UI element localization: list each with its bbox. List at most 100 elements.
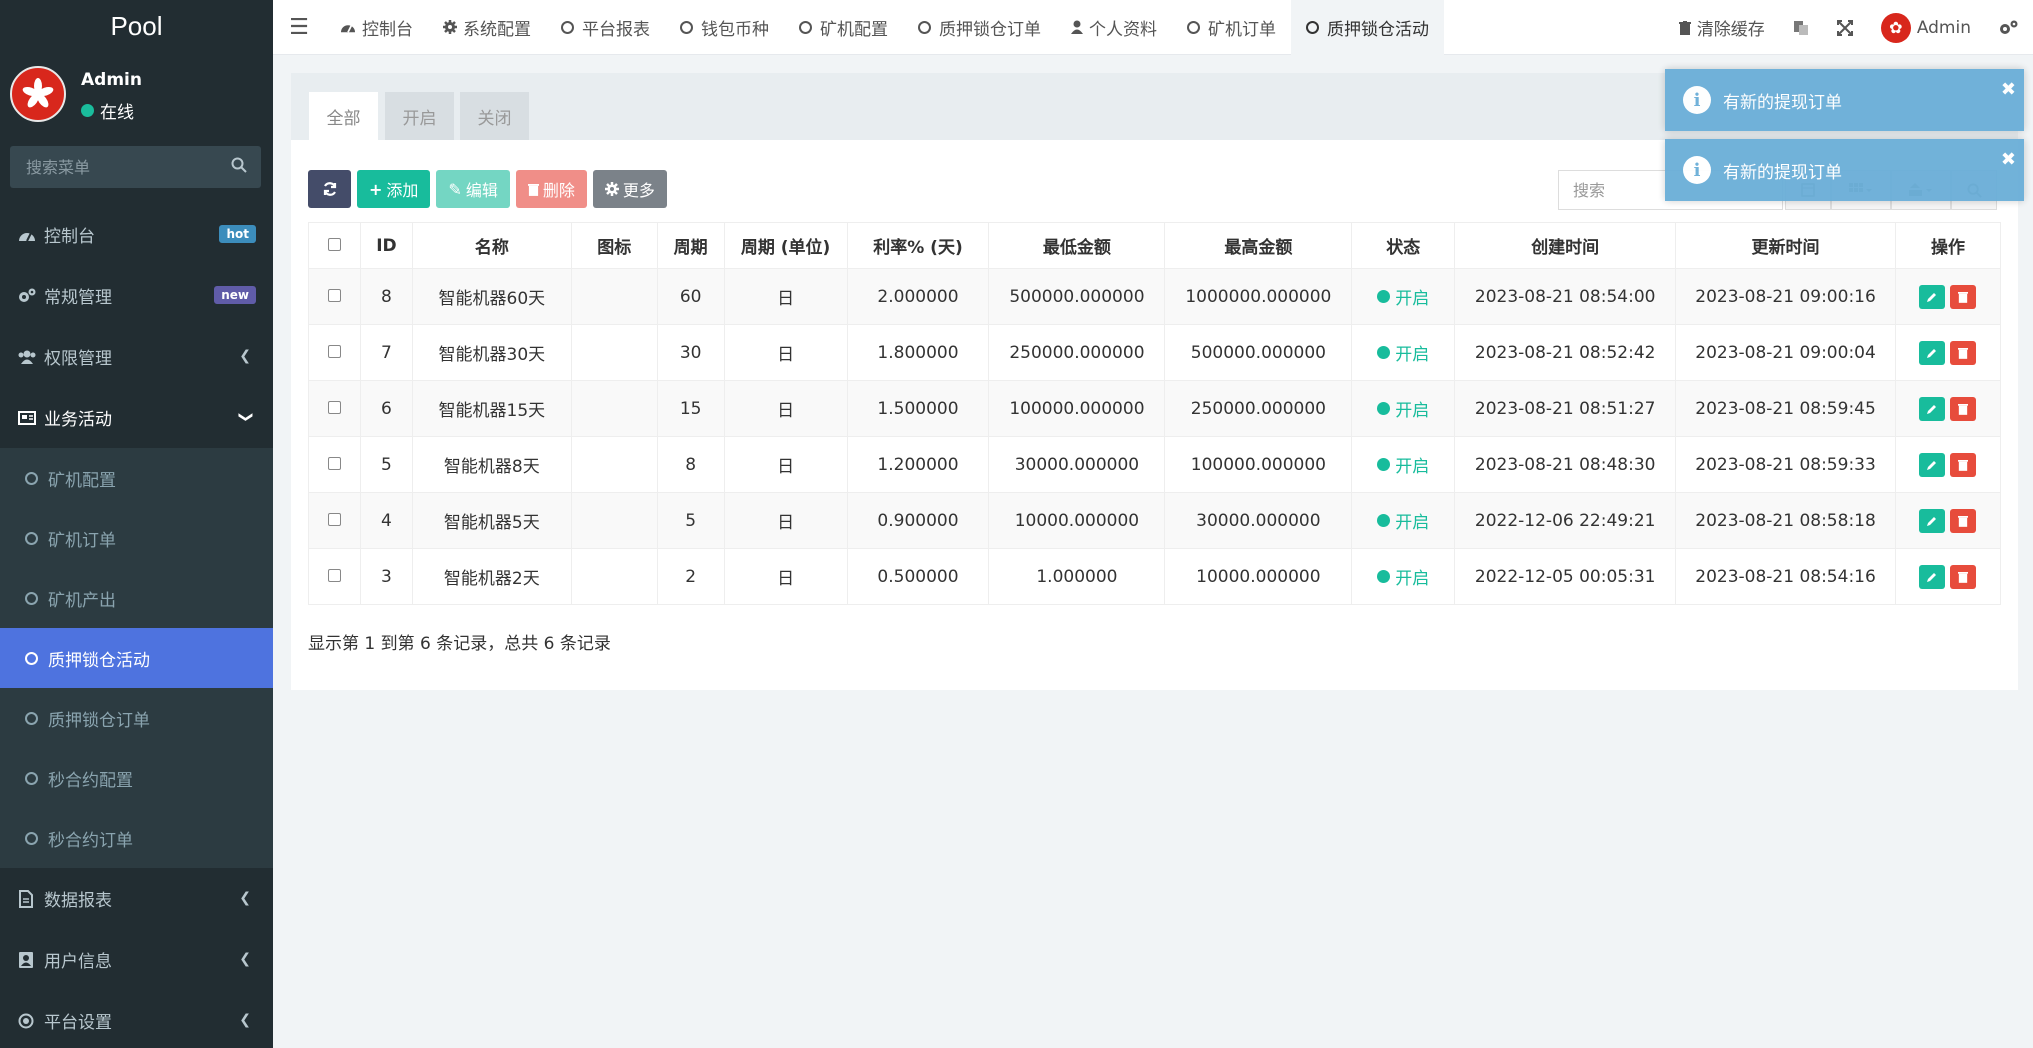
col-header[interactable]: 最低金额 [988, 222, 1166, 269]
status-badge[interactable]: 开启 [1377, 340, 1429, 365]
toast-notification[interactable]: i 有新的提现订单 ✖ [1665, 139, 2024, 201]
tab-staking-orders[interactable]: 质押锁仓订单 [903, 0, 1056, 55]
cell-icon [570, 380, 658, 437]
chevron-left-icon: ❮ [239, 348, 251, 364]
tab-all[interactable]: 全部 [309, 92, 378, 140]
tab-enabled[interactable]: 开启 [385, 92, 454, 140]
col-header[interactable]: 周期 [656, 222, 725, 269]
row-delete-button[interactable] [1950, 564, 1977, 589]
row-checkbox[interactable] [327, 400, 341, 414]
row-delete-button[interactable] [1950, 396, 1977, 421]
col-header[interactable]: 创建时间 [1454, 222, 1677, 269]
row-delete-button[interactable] [1950, 508, 1977, 533]
menu-toggle-icon[interactable]: ☰ [273, 0, 325, 55]
status-badge[interactable]: 开启 [1377, 452, 1429, 477]
row-edit-button[interactable] [1919, 340, 1946, 365]
sidebar-subitem-miner-orders[interactable]: 矿机订单 [0, 508, 273, 568]
delete-button[interactable]: 删除 [515, 170, 587, 208]
sidebar-item-reports[interactable]: 数据报表 ❮ [0, 868, 273, 929]
tab-dashboard[interactable]: 控制台 [325, 0, 428, 55]
translate-button[interactable] [1779, 20, 1823, 36]
close-icon[interactable]: ✖ [2001, 149, 2016, 170]
refresh-icon [323, 182, 336, 196]
tab-wallet-currency[interactable]: 钱包币种 [665, 0, 784, 55]
row-select-cell [308, 436, 361, 493]
sidebar-subitem-miner-config[interactable]: 矿机配置 [0, 448, 273, 508]
tab-miner-config[interactable]: 矿机配置 [784, 0, 903, 55]
table-row[interactable]: 7 智能机器30天 30 日 1.800000 250000.000000 500000.0… [308, 324, 2002, 381]
row-delete-button[interactable] [1950, 284, 1977, 309]
tab-miner-orders[interactable]: 矿机订单 [1172, 0, 1291, 55]
toast-notification[interactable]: i 有新的提现订单 ✖ [1665, 69, 2024, 131]
table-row[interactable]: 3 智能机器2天 2 日 0.500000 1.000000 10000.000000 开启 2… [308, 548, 2002, 605]
col-header[interactable]: 最高金额 [1164, 222, 1353, 269]
row-checkbox[interactable] [327, 456, 341, 470]
sidebar-subitem-staking-orders[interactable]: 质押锁仓订单 [0, 688, 273, 748]
table-row[interactable]: 5 智能机器8天 8 日 1.200000 30000.000000 100000.0000… [308, 436, 2002, 493]
search-icon[interactable] [231, 157, 247, 178]
row-delete-button[interactable] [1950, 340, 1977, 365]
table-row[interactable]: 4 智能机器5天 5 日 0.900000 10000.000000 30000.00000… [308, 492, 2002, 549]
col-header[interactable]: 更新时间 [1675, 222, 1896, 269]
col-header[interactable]: 名称 [411, 222, 572, 269]
sidebar-item-dashboard[interactable]: 控制台 hot [0, 204, 273, 265]
row-checkbox[interactable] [327, 512, 341, 526]
add-button[interactable]: + 添加 [357, 170, 431, 208]
sidebar-item-platform-settings[interactable]: 平台设置 ❮ [0, 990, 273, 1048]
cell-created: 2023-08-21 08:52:42 [1454, 324, 1677, 381]
avatar [10, 66, 66, 122]
user-panel: Admin 在线 [0, 52, 273, 134]
table-row[interactable]: 6 智能机器15天 15 日 1.500000 100000.000000 250000.0… [308, 380, 2002, 437]
row-edit-button[interactable] [1919, 564, 1946, 589]
row-checkbox[interactable] [327, 288, 341, 302]
clear-cache-button[interactable]: 清除缓存 [1665, 15, 1779, 40]
row-edit-button[interactable] [1919, 452, 1946, 477]
sidebar-subitem-miner-output[interactable]: 矿机产出 [0, 568, 273, 628]
app-logo[interactable]: Pool [0, 0, 273, 52]
row-checkbox[interactable] [327, 344, 341, 358]
row-checkbox[interactable] [327, 568, 341, 582]
admin-menu[interactable]: ✿ Admin [1867, 12, 1985, 43]
row-edit-button[interactable] [1919, 396, 1946, 421]
status-badge[interactable]: 开启 [1377, 508, 1429, 533]
edit-button[interactable]: ✎ 编辑 [436, 170, 510, 208]
row-edit-button[interactable] [1919, 508, 1946, 533]
select-all-checkbox[interactable] [327, 237, 341, 251]
col-header[interactable]: 周期 (单位) [723, 222, 848, 269]
status-badge[interactable]: 开启 [1377, 564, 1429, 589]
status-badge[interactable]: 开启 [1377, 396, 1429, 421]
admin-avatar: ✿ [1880, 12, 1911, 43]
dashboard-icon [340, 20, 356, 34]
fullscreen-button[interactable] [1823, 19, 1867, 36]
cell-period: 30 [656, 324, 725, 381]
sidebar-item-business[interactable]: 业务活动 ❮ [0, 387, 273, 448]
col-header[interactable]: ID [359, 222, 413, 269]
tab-platform-report[interactable]: 平台报表 [546, 0, 665, 55]
row-delete-button[interactable] [1950, 452, 1977, 477]
tab-staking-activity[interactable]: 质押锁仓活动 [1291, 0, 1444, 55]
sidebar-subitem-contract-config[interactable]: 秒合约配置 [0, 748, 273, 808]
settings-button[interactable] [1985, 20, 2033, 36]
status-dot-icon [1377, 402, 1391, 415]
sidebar-item-label: 控制台 [44, 227, 95, 247]
col-header[interactable]: 利率% (天) [846, 222, 990, 269]
table-row[interactable]: 8 智能机器60天 60 日 2.000000 500000.000000 1000000.… [308, 268, 2002, 325]
sidebar-item-general[interactable]: 常规管理 new [0, 265, 273, 326]
cell-updated: 2023-08-21 08:54:16 [1675, 548, 1896, 605]
more-button[interactable]: 更多 [592, 170, 667, 208]
sidebar-subitem-staking-activity[interactable]: 质押锁仓活动 [0, 628, 273, 688]
tab-disabled[interactable]: 关闭 [460, 92, 529, 140]
menu-search-input[interactable] [10, 146, 261, 188]
col-header[interactable]: 图标 [570, 222, 658, 269]
sidebar-item-users[interactable]: 用户信息 ❮ [0, 929, 273, 990]
row-edit-button[interactable] [1919, 284, 1946, 309]
status-badge[interactable]: 开启 [1377, 284, 1429, 309]
dashboard-icon [18, 227, 40, 243]
col-header[interactable]: 状态 [1351, 222, 1456, 269]
tab-system-config[interactable]: 系统配置 [428, 0, 546, 55]
refresh-button[interactable] [308, 170, 351, 208]
tab-profile[interactable]: 个人资料 [1056, 0, 1172, 55]
close-icon[interactable]: ✖ [2001, 79, 2016, 100]
sidebar-item-permissions[interactable]: 权限管理 ❮ [0, 326, 273, 387]
sidebar-subitem-contract-orders[interactable]: 秒合约订单 [0, 808, 273, 868]
